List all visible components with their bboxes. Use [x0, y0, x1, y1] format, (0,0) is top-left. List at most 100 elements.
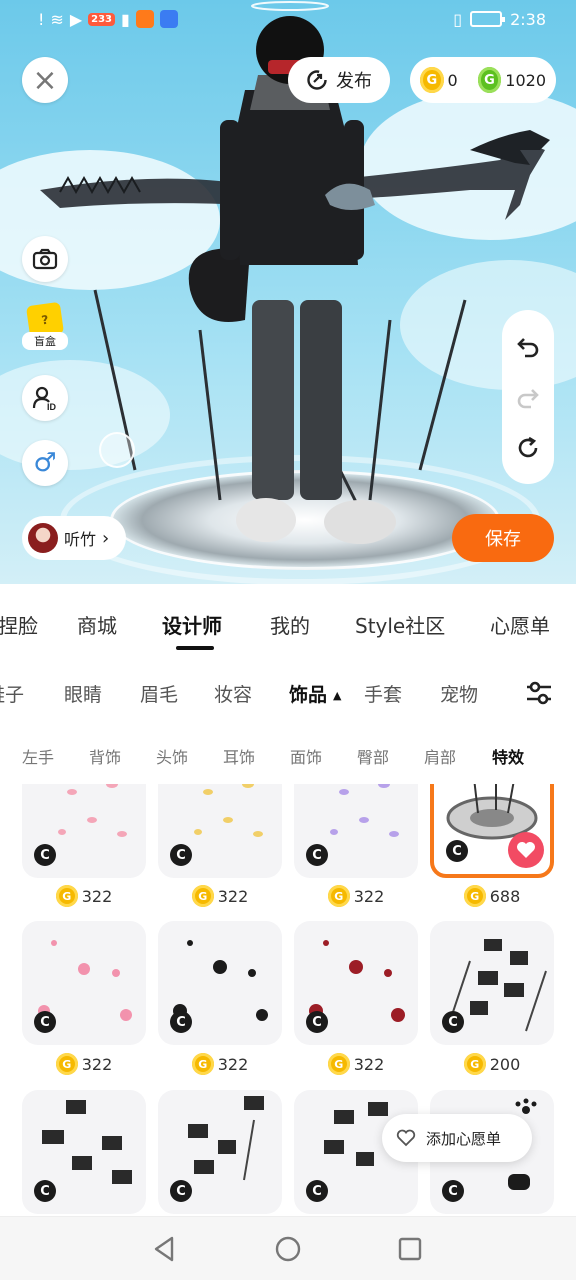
creator-mark: C — [446, 840, 468, 862]
main-tabs: 捏脸 商城 设计师 我的 Style社区 心愿单 — [0, 600, 576, 650]
creator-mark: C — [170, 844, 192, 866]
camera-icon — [32, 248, 58, 270]
gold-coin-icon: G — [191, 1053, 214, 1075]
filter-icon[interactable] — [524, 678, 554, 708]
joystick-handle[interactable] — [99, 432, 135, 468]
gold-coin-icon: G — [55, 1053, 78, 1075]
status-icons-right: ▯ 2:38 — [453, 10, 546, 29]
creator-mark: C — [442, 1011, 464, 1033]
recents-icon[interactable] — [396, 1235, 424, 1263]
heart-outline-icon — [396, 1129, 416, 1147]
slot-ear[interactable]: 耳饰 — [223, 744, 255, 768]
item-card[interactable]: C — [22, 1090, 146, 1214]
item-price: G 200 — [430, 1050, 554, 1078]
gold-coin-icon: G — [463, 885, 486, 907]
currency-display[interactable]: G 0 G 1020 — [410, 57, 556, 103]
subtab-accessories-label: 饰品 — [289, 684, 328, 706]
item-price: G 322 — [294, 1050, 418, 1078]
gold-coin-icon: G — [327, 885, 350, 907]
avatar-scene[interactable]: ! ≋ ▶ 233 ▮ ▯ 2:38 × 发布 G 0 G 1020 ? 盲盒 … — [0, 0, 576, 584]
slot-back[interactable]: 背饰 — [89, 744, 121, 768]
subtab-gloves[interactable]: 手套 — [364, 680, 402, 707]
gold-coin-icon: G — [191, 885, 214, 907]
tab-face[interactable]: 捏脸 — [0, 610, 44, 639]
designer-name: 听竹 — [64, 530, 97, 549]
slot-hip[interactable]: 臀部 — [357, 744, 389, 768]
wishlist-heart-button[interactable] — [508, 832, 544, 868]
creator-mark: C — [34, 844, 56, 866]
creator-mark: C — [170, 1011, 192, 1033]
item-card[interactable]: C — [22, 921, 146, 1045]
system-nav-bar — [0, 1216, 576, 1280]
avatar — [28, 523, 58, 553]
item-price: G 322 — [22, 1050, 146, 1078]
item-card[interactable]: C — [158, 784, 282, 878]
app-icon-orange — [135, 10, 154, 28]
wifi-icon: ≋ — [50, 9, 64, 29]
male-icon: ♂ — [33, 448, 57, 478]
add-to-wishlist-label: 添加心愿单 — [426, 1129, 502, 1148]
gender-switch-button[interactable]: ♂ — [22, 440, 68, 486]
history-panel — [502, 310, 554, 484]
item-price: G 322 — [22, 882, 146, 910]
slot-effects[interactable]: 特效 — [492, 744, 524, 768]
video-icon: ▶ — [69, 9, 83, 29]
green-coin-icon: G — [477, 67, 502, 93]
identity-button[interactable]: ID — [22, 375, 68, 421]
save-button[interactable]: 保存 — [452, 514, 554, 562]
publish-label: 发布 — [336, 71, 372, 92]
vibrate-icon: ▯ — [453, 9, 463, 29]
blind-box-label: 盲盒 — [22, 332, 68, 350]
tab-designer[interactable]: 设计师 — [156, 610, 228, 639]
battery-alert-icon: ▮ — [121, 9, 130, 29]
subtab-shoes[interactable]: 鞋子 — [0, 680, 24, 707]
gold-coin-icon: G — [327, 1053, 350, 1075]
add-to-wishlist-button[interactable]: 添加心愿单 — [382, 1114, 532, 1162]
subtab-pets[interactable]: 宠物 — [440, 680, 478, 707]
user-id-icon: ID — [32, 386, 57, 412]
item-card[interactable]: C — [430, 921, 554, 1045]
subtab-makeup[interactable]: 妆容 — [214, 680, 252, 707]
app-badge: 233 — [88, 12, 116, 26]
subtab-eyes[interactable]: 眼睛 — [64, 680, 102, 707]
gold-coin-icon: G — [55, 885, 78, 907]
close-button[interactable]: × — [22, 57, 68, 103]
creator-mark: C — [306, 1011, 328, 1033]
tab-shop[interactable]: 商城 — [71, 610, 123, 639]
slot-head[interactable]: 头饰 — [156, 744, 188, 768]
tab-mine[interactable]: 我的 — [264, 610, 316, 639]
gold-coin-icon: G — [420, 67, 444, 93]
gold-amount: 0 — [447, 70, 458, 90]
redo-icon[interactable] — [515, 384, 541, 410]
publish-button[interactable]: 发布 — [288, 57, 390, 103]
blind-box-button[interactable]: ? 盲盒 — [22, 301, 68, 358]
subtab-accessories[interactable]: 饰品 ▲ — [289, 680, 341, 707]
home-icon[interactable] — [274, 1235, 302, 1263]
item-card[interactable]: C — [294, 784, 418, 878]
item-price: G 688 — [430, 882, 554, 910]
reset-icon[interactable] — [515, 435, 541, 461]
designer-chip[interactable]: 听竹 › — [22, 516, 126, 560]
item-price: G 322 — [158, 882, 282, 910]
slot-face[interactable]: 面饰 — [290, 744, 322, 768]
tab-style-community[interactable]: Style社区 — [349, 610, 451, 639]
slot-left-hand[interactable]: 左手 — [22, 744, 54, 768]
item-card[interactable]: C — [158, 1090, 282, 1214]
tab-wishlist[interactable]: 心愿单 — [484, 610, 556, 639]
subtab-brows[interactable]: 眉毛 — [140, 680, 178, 707]
app-icon-blue — [159, 10, 178, 28]
undo-icon[interactable] — [515, 333, 541, 359]
creator-mark: C — [170, 1180, 192, 1202]
item-card[interactable]: C — [158, 921, 282, 1045]
slot-tabs: 左手 背饰 头饰 耳饰 面饰 臀部 肩部 特效 — [0, 740, 576, 774]
creator-mark: C — [34, 1180, 56, 1202]
creator-mark: C — [34, 1011, 56, 1033]
item-card[interactable]: C — [294, 921, 418, 1045]
heart-icon — [517, 842, 535, 858]
slot-shoulder[interactable]: 肩部 — [424, 744, 456, 768]
item-card-selected[interactable]: C — [430, 784, 554, 878]
item-card[interactable]: C — [22, 784, 146, 878]
back-icon[interactable] — [150, 1235, 178, 1263]
category-tabs: 鞋子 眼睛 眉毛 妆容 饰品 ▲ 手套 宠物 — [0, 672, 576, 716]
camera-button[interactable] — [22, 236, 68, 282]
